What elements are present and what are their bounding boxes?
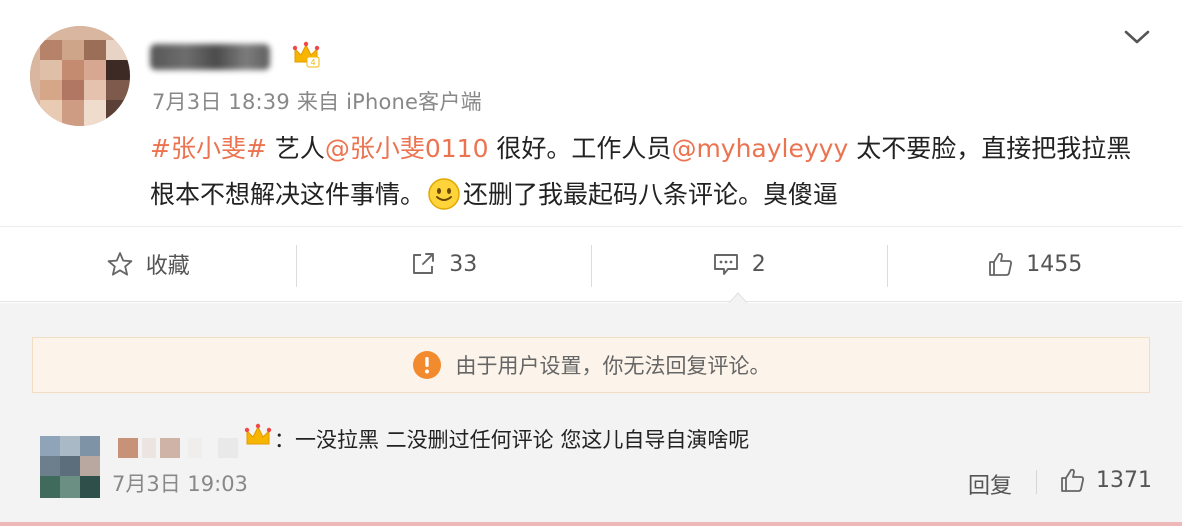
like-count: 1455 — [1026, 251, 1083, 277]
comment-like-button[interactable]: 1371 — [1058, 466, 1152, 494]
favorite-button[interactable]: 收藏 — [0, 227, 296, 301]
smiley-emoji-icon — [428, 178, 460, 210]
post-meta: 7月3日 18:39 来自 iPhone客户端 — [152, 86, 482, 116]
commenter-avatar[interactable] — [40, 436, 100, 498]
author-name-redacted[interactable] — [150, 44, 270, 70]
reply-button[interactable]: 回复 — [968, 468, 1012, 500]
post-time: 7月3日 18:39 — [152, 90, 290, 114]
svg-text:4: 4 — [310, 58, 315, 67]
comment-text: ：一没拉黑 二没删过任何评论 您这儿自导自演啥呢 — [274, 428, 750, 452]
mention-link-1[interactable]: @张小斐0110 — [325, 134, 489, 163]
commenter-name-redacted[interactable] — [118, 438, 248, 460]
author-avatar[interactable] — [30, 26, 130, 126]
like-button[interactable]: 1455 — [886, 227, 1182, 301]
comment-time: 7月3日 19:03 — [112, 472, 248, 496]
chevron-down-icon[interactable] — [1122, 26, 1152, 48]
crown-icon — [244, 423, 272, 445]
divider — [0, 522, 1182, 526]
post-text-2: 很好。工作人员 — [488, 134, 672, 163]
post-action-bar: 收藏 33 2 1455 — [0, 226, 1182, 302]
warning-icon — [412, 351, 441, 379]
post-body: #张小斐# 艺人@张小斐0110 很好。工作人员@myhayleyyy 太不要脸… — [150, 126, 1150, 218]
crown-icon: 4 — [292, 41, 320, 68]
post-source: 来自 iPhone客户端 — [296, 90, 482, 114]
comment-button[interactable]: 2 — [591, 227, 887, 301]
repost-count: 33 — [449, 251, 478, 277]
post-text-1: 艺人 — [266, 134, 325, 163]
repost-button[interactable]: 33 — [295, 227, 592, 301]
comment-like-count: 1371 — [1096, 467, 1152, 493]
thumbs-up-icon — [989, 252, 1013, 276]
topic-link[interactable]: #张小斐# — [150, 134, 267, 163]
favorite-label: 收藏 — [145, 254, 190, 279]
reply-disabled-notice: 由于用户设置，你无法回复评论。 — [32, 337, 1150, 393]
mention-link-2[interactable]: @myhayleyyy — [671, 134, 848, 163]
comment-count: 2 — [751, 251, 766, 277]
post-text-4: 还删了我最起码八条评论。臭傻逼 — [463, 180, 839, 209]
share-arrow-icon — [413, 253, 435, 274]
comment-bubble-icon — [713, 254, 738, 275]
star-icon — [107, 252, 133, 276]
notice-text: 由于用户设置，你无法回复评论。 — [455, 354, 771, 378]
weibo-post: 4 7月3日 18:39 来自 iPhone客户端 #张小斐# 艺人@张小斐01… — [0, 0, 1182, 226]
thumbs-up-icon — [1061, 468, 1084, 492]
divider — [1036, 470, 1037, 494]
